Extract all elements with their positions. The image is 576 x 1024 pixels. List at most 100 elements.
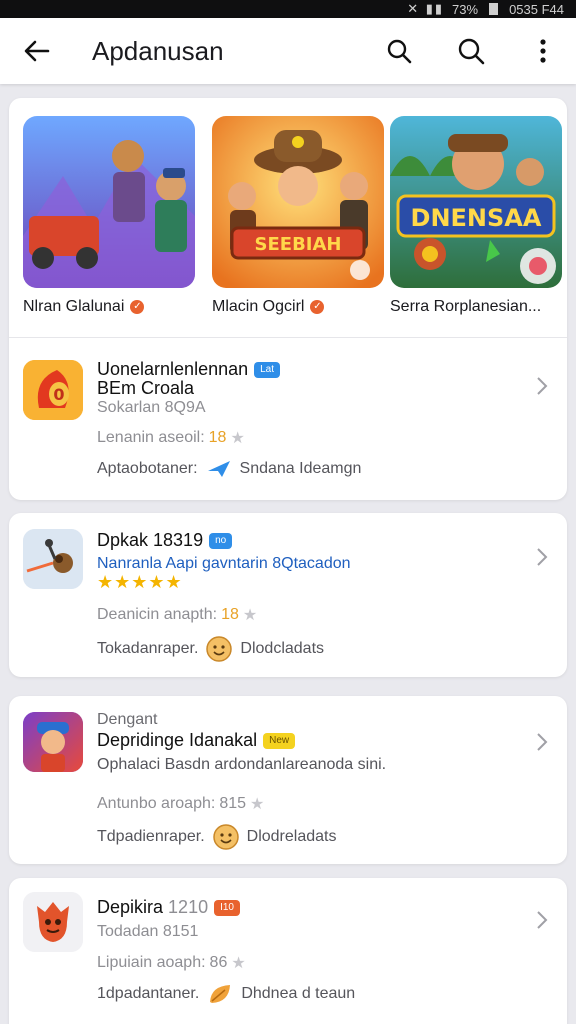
featured-tile[interactable]: DNENSAA Serra Rorplanesian... [390, 116, 562, 316]
app-subtitle: Sokarlan 8Q9A [97, 399, 206, 416]
app-badge: Lat [254, 362, 281, 379]
rating-label: Deanicin anapth: [97, 606, 218, 623]
developer-label: Tdpadienraper. [97, 828, 205, 845]
app-title-text: Dpkak 18319 [97, 530, 204, 550]
chevron-right-icon[interactable] [535, 910, 549, 930]
plane-icon [207, 461, 230, 477]
app-icon [23, 529, 83, 589]
star-icon: ★ [242, 607, 258, 624]
search-icon [387, 39, 412, 64]
rating-value: 86 [209, 954, 228, 971]
app-card[interactable]: Dengant Depridinge Idanakal New Ophalaci … [9, 696, 567, 864]
chevron-right-icon[interactable] [535, 547, 549, 567]
signal-icons: ✕ ▮▮ [407, 1, 445, 16]
developer-label: Aptaobotaner: [97, 460, 198, 477]
verified-icon: ✓ [130, 300, 145, 314]
list-item[interactable]: 0 Uonelarnlenlennan Lat BEm Croala Sokarl… [9, 338, 567, 498]
chevron-right-icon[interactable] [535, 732, 549, 752]
art-text: DNENSAA [411, 204, 542, 232]
back-button[interactable] [14, 28, 60, 74]
developer-name: Sndana Ideamgn [239, 460, 362, 477]
overflow-menu-button[interactable] [520, 28, 566, 74]
featured-caption: Serra Rorplanesian... [390, 298, 562, 316]
app-title-line2: BEm Croala [97, 378, 195, 398]
search-button[interactable] [376, 28, 422, 74]
svg-text:0: 0 [53, 385, 64, 404]
featured-tile[interactable]: SEEBIAH Mlacin Ogcirl ✓ [212, 116, 384, 316]
rating-value: 815 [219, 795, 247, 812]
developer-name: Dhdnea d teaun [241, 985, 356, 1002]
smiley-icon [206, 636, 233, 662]
leaf-icon [210, 985, 231, 1003]
star-icon: ★ [230, 430, 245, 447]
rating-line: Antunbo aroaph: 815 ★ [97, 794, 264, 814]
list-item[interactable]: Depikira 1210 I10 Todadan 8151 Lipuiain a… [9, 878, 567, 1024]
app-card[interactable]: Depikira 1210 I10 Todadan 8151 Lipuiain a… [9, 878, 567, 1024]
developer-line: 1dpadantaner. Dhdnea d teaun [97, 982, 355, 1006]
arrow-left-icon [24, 40, 50, 62]
game-art-image: SEEBIAH [212, 116, 384, 288]
list-item[interactable]: Dpkak 18319 no Nanranla Aapi gavntarin 8Q… [9, 513, 567, 677]
rating-label: Lipuiain aoaph: [97, 954, 206, 971]
app-title-number: 1210 [168, 897, 209, 917]
developer-name: Dlodcladats [240, 640, 325, 657]
rating-value: 18 [208, 429, 227, 446]
featured-caption: Nlran Glalunai ✓ [23, 298, 195, 316]
app-subtitle: Nanranla Aapi gavntarin 8Qtacadon [97, 555, 351, 572]
app-title-text: Depikira [97, 897, 164, 917]
more-vert-icon [540, 39, 546, 63]
developer-line: Tokadanraper. Dlodcladats [97, 636, 324, 662]
app-icon [23, 712, 83, 772]
rating-value: 18 [221, 606, 239, 623]
rating-line: Deanicin anapth: 18 ★ [97, 605, 257, 625]
app-title: Uonelarnlenlennan Lat BEm Croala [97, 359, 281, 398]
search-button-2[interactable] [448, 28, 494, 74]
smiley-icon [212, 824, 239, 850]
developer-label: Tokadanraper. [97, 640, 199, 657]
rating-label: Antunbo aroaph: [97, 795, 216, 812]
art-text: SEEBIAH [255, 234, 342, 255]
featured-card: Nlran Glalunai ✓ SEEBIAH Mlacin Ogcirl ✓… [9, 98, 567, 500]
rating-line: Lipuiain aoaph: 86 ★ [97, 953, 246, 973]
list-item[interactable]: Dengant Depridinge Idanakal New Ophalaci … [9, 696, 567, 864]
clock: 0535 F44 [509, 1, 564, 17]
app-icon [23, 892, 83, 952]
chevron-right-icon[interactable] [535, 376, 549, 396]
featured-tile[interactable]: Nlran Glalunai ✓ [23, 116, 195, 316]
rating-label: Lenanin aseoil: [97, 429, 205, 446]
page-title: Apdanusan [92, 35, 224, 66]
app-badge: no [209, 533, 233, 550]
app-title-text: Uonelarnlenlennan [97, 359, 249, 379]
rating-line: Lenanin aseoil: 18 ★ [97, 428, 245, 448]
app-icon: 0 [23, 360, 83, 420]
app-title: Depikira 1210 I10 [97, 898, 240, 917]
app-title: Depridinge Idanakal New [97, 730, 296, 750]
app-card[interactable]: Dpkak 18319 no Nanranla Aapi gavntarin 8Q… [9, 513, 567, 677]
star-rating: ★★★★★ [97, 572, 183, 592]
developer-line: Aptaobotaner: Sndana Ideamgn [97, 459, 361, 479]
battery-percent: 73% [452, 1, 479, 17]
verified-icon: ✓ [310, 300, 325, 314]
featured-row: Nlran Glalunai ✓ SEEBIAH Mlacin Ogcirl ✓… [9, 98, 567, 338]
app-description: Ophalaci Basdn ardondanlareanoda sini. [97, 756, 387, 773]
developer-name: Dlodreladats [246, 828, 337, 845]
developer-label: 1dpadantaner. [97, 985, 200, 1002]
game-art-image [23, 116, 195, 288]
app-bar: Apdanusan [0, 18, 576, 84]
star-icon: ★ [231, 955, 246, 972]
app-badge: I10 [214, 900, 240, 917]
featured-caption: Mlacin Ogcirl ✓ [212, 298, 384, 316]
app-category: Dengant [97, 711, 158, 728]
featured-title: Mlacin Ogcirl [212, 298, 305, 315]
featured-title: Nlran Glalunai [23, 298, 125, 315]
developer-line: Tdpadienraper. Dlodreladats [97, 824, 336, 850]
app-title: Dpkak 18319 no [97, 530, 233, 550]
star-icon: ★ [250, 796, 265, 813]
app-badge: New [263, 733, 296, 750]
game-art-image: DNENSAA [390, 116, 562, 288]
battery-icon [489, 3, 499, 15]
search-icon [458, 38, 485, 65]
status-bar: ✕ ▮▮ 73% 0535 F44 [0, 0, 576, 18]
app-subtitle: Todadan 8151 [97, 923, 199, 940]
app-title-text: Depridinge Idanakal [97, 730, 258, 750]
